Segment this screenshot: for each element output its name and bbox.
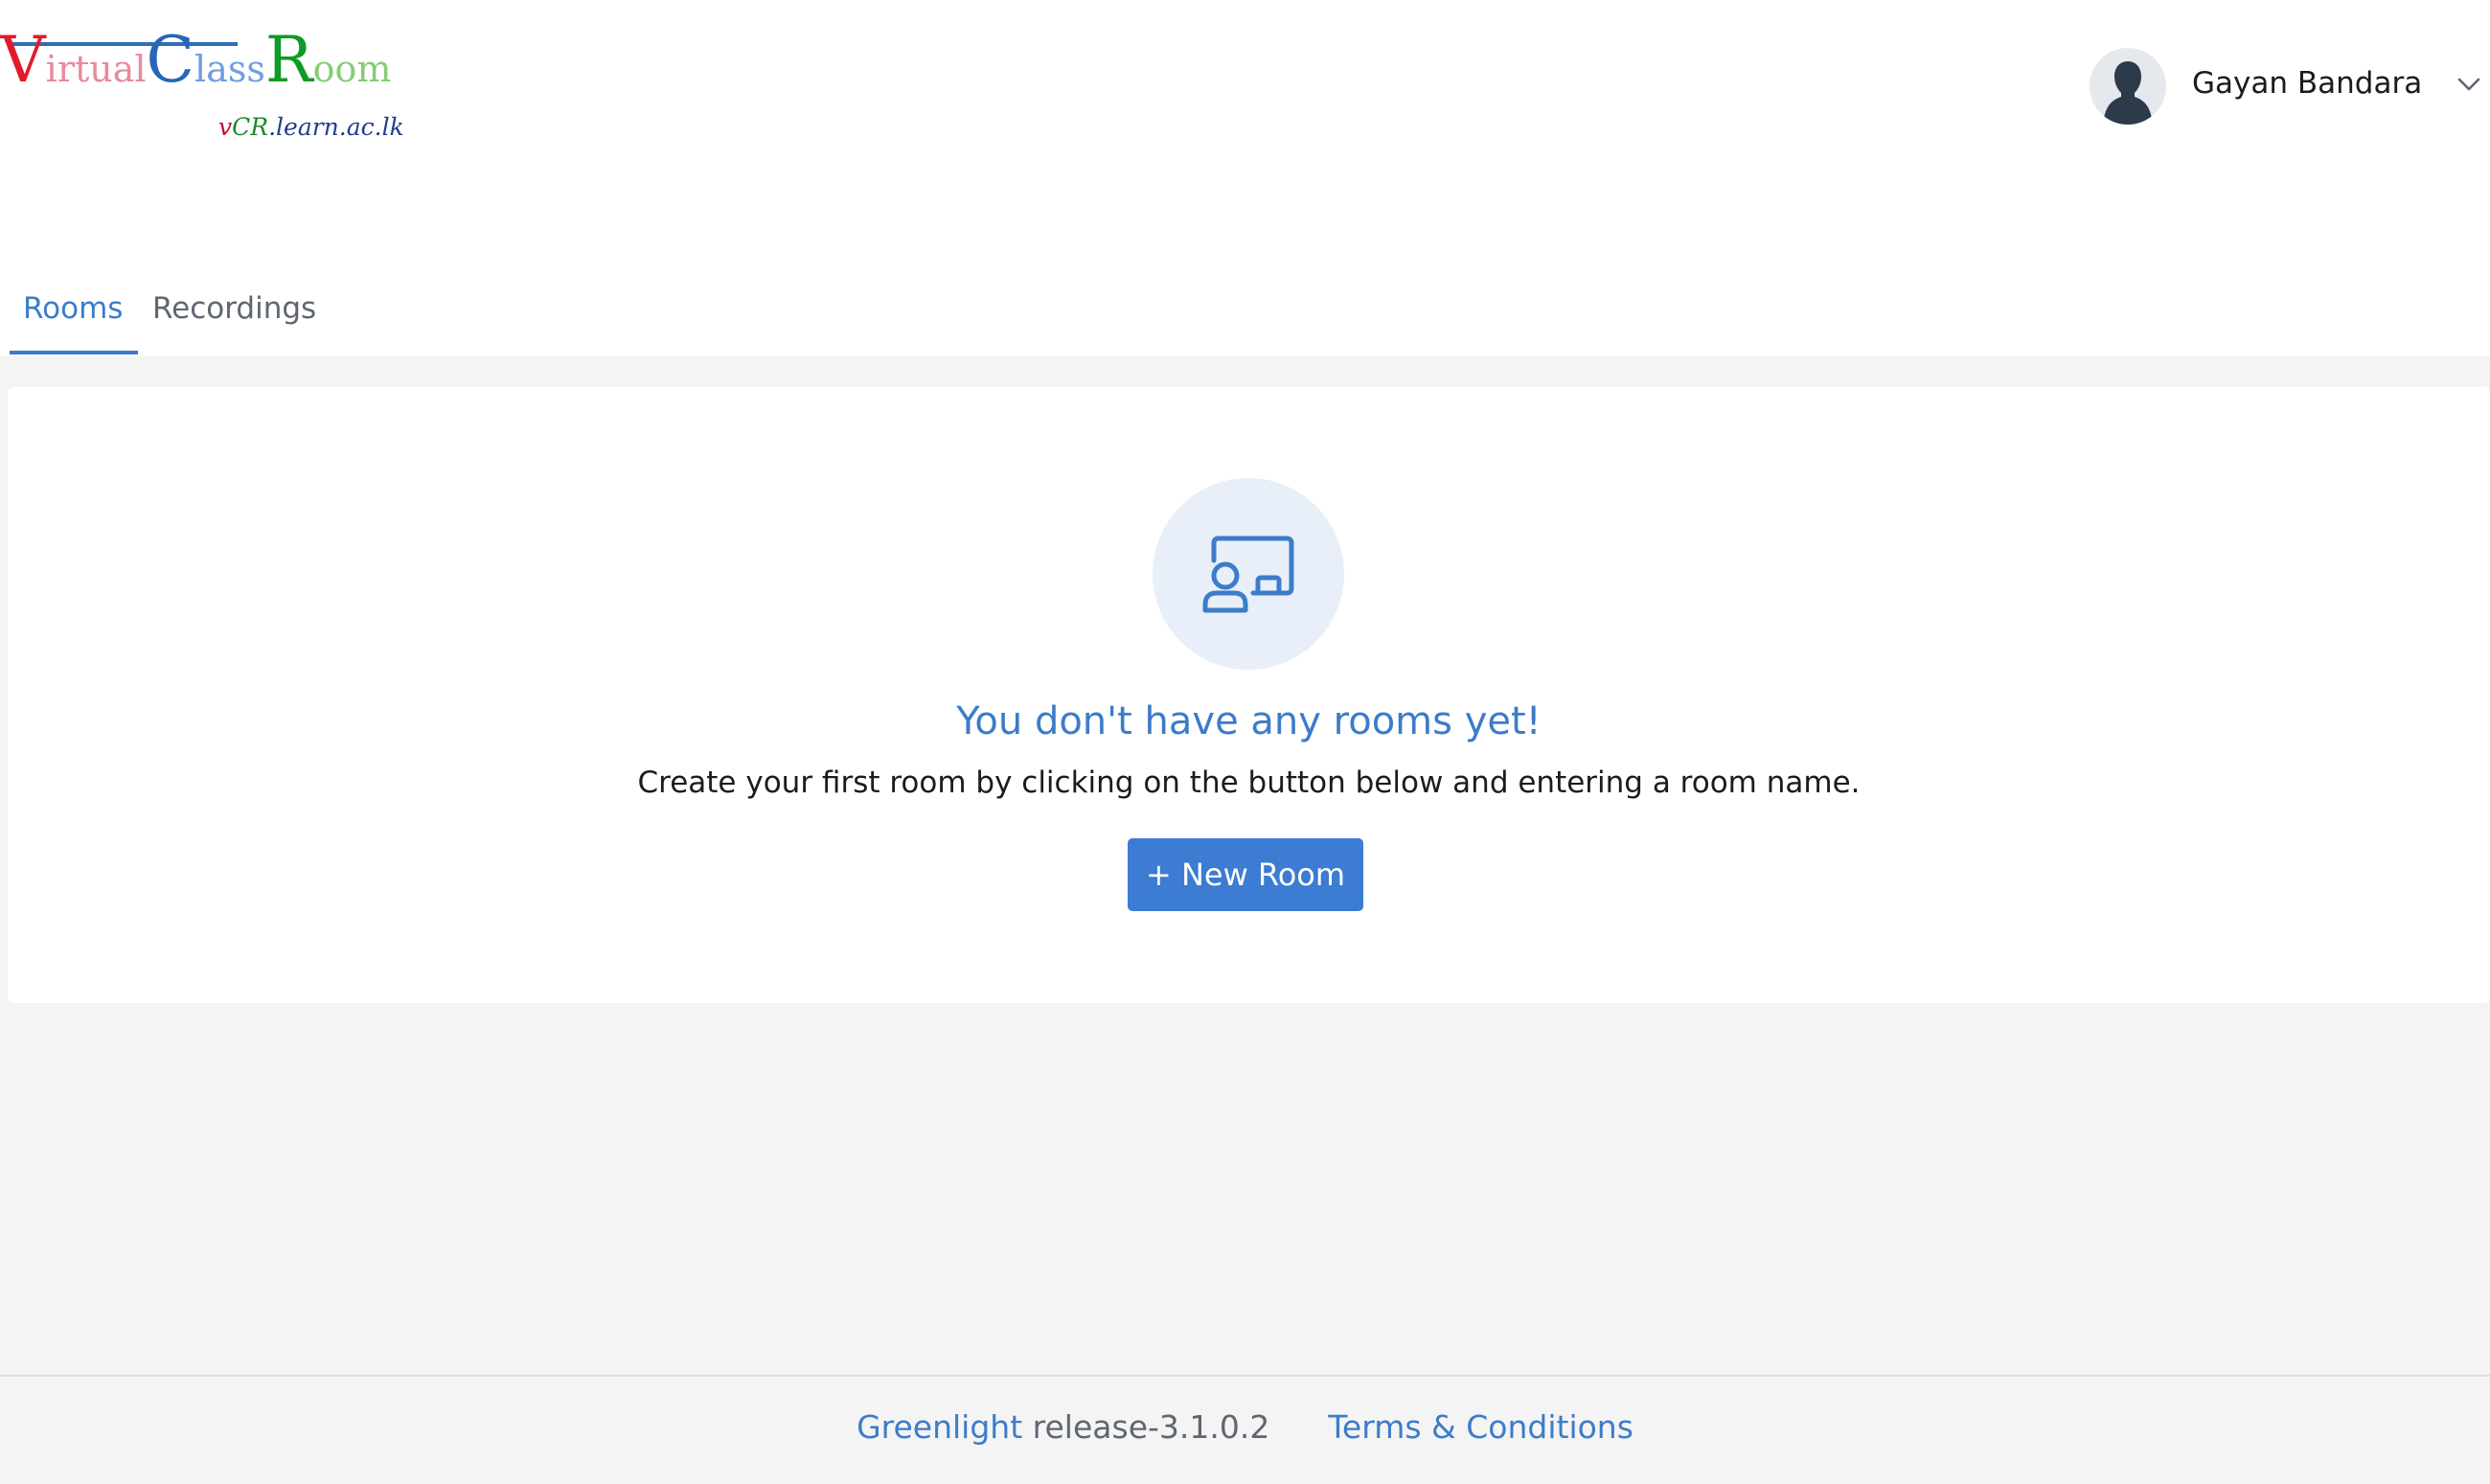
tab-recordings[interactable]: Recordings: [152, 291, 316, 326]
active-tab-indicator: [10, 351, 138, 354]
logo-letters-0: V: [0, 23, 46, 97]
new-room-button[interactable]: + New Room: [1128, 838, 1363, 911]
logo-letters-1: irtual: [45, 48, 147, 90]
empty-state-icon-circle: [1153, 478, 1344, 670]
logo[interactable]: VirtualClassRoom vCR.learn.ac.lk: [0, 29, 404, 153]
rooms-empty-card: You don't have any rooms yet! Create you…: [8, 387, 2490, 1003]
terms-link[interactable]: Terms & Conditions: [1328, 1408, 1633, 1446]
logo-sub-v: v: [218, 113, 233, 141]
empty-state-title: You don't have any rooms yet!: [956, 699, 1542, 743]
release-version: release-3.1.0.2: [1032, 1408, 1270, 1446]
logo-letters-5: oom: [312, 48, 392, 90]
logo-letters-4: R: [264, 23, 313, 97]
logo-sub-domain: .learn.ac.lk: [268, 113, 404, 141]
logo-sub-cr: CR: [232, 113, 269, 141]
logo-subtitle: vCR.learn.ac.lk: [218, 113, 404, 141]
chevron-down-icon[interactable]: [2456, 73, 2482, 96]
logo-title: VirtualClassRoom: [0, 29, 391, 92]
avatar[interactable]: [2090, 48, 2166, 125]
presentation-board-icon: [1202, 536, 1294, 613]
greenlight-link[interactable]: Greenlight: [857, 1408, 1022, 1446]
empty-state-description: Create your first room by clicking on th…: [637, 765, 1861, 800]
user-menu[interactable]: Gayan Bandara: [2088, 46, 2490, 126]
user-silhouette-icon: [2103, 61, 2153, 125]
user-name[interactable]: Gayan Bandara: [2192, 66, 2422, 101]
logo-letters-3: lass: [194, 48, 265, 90]
tab-rooms[interactable]: Rooms: [23, 291, 123, 326]
footer-divider: [0, 1375, 2490, 1377]
footer: Greenlight release-3.1.0.2 Terms & Condi…: [0, 1408, 2490, 1446]
header: VirtualClassRoom vCR.learn.ac.lk Gayan B…: [0, 0, 2490, 356]
logo-letters-2: C: [146, 23, 195, 97]
